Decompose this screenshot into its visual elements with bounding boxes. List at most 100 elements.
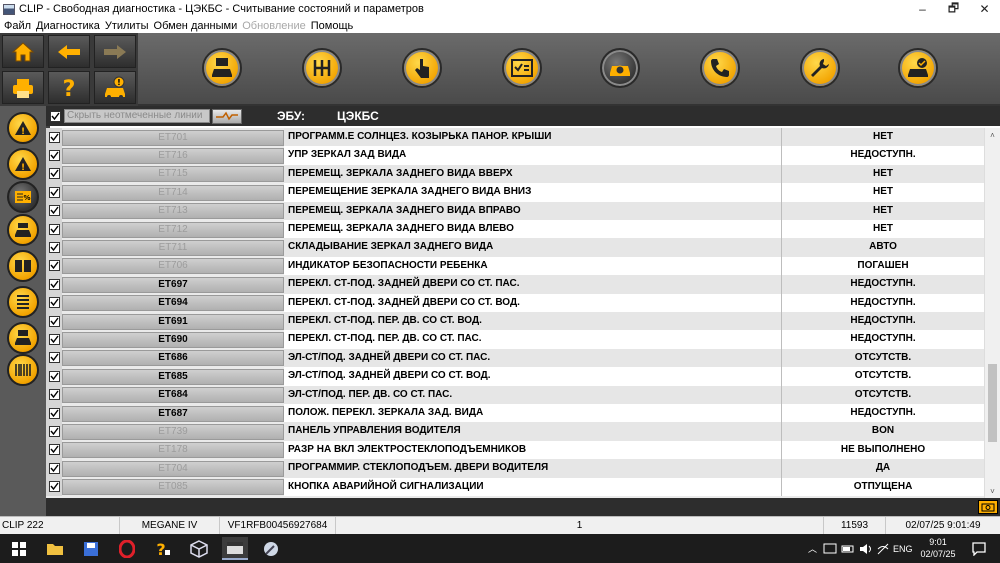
- row-checkbox[interactable]: [48, 260, 60, 272]
- vertical-scrollbar[interactable]: ˄ ˅: [984, 128, 1000, 498]
- row-checkbox[interactable]: [48, 334, 60, 346]
- forward-button[interactable]: [94, 35, 136, 68]
- table-row[interactable]: ET706 ИНДИКАТОР БЕЗОПАСНОСТИ РЕБЕНКА ПОГАШ…: [46, 256, 984, 276]
- tray-device-icon[interactable]: [823, 543, 837, 555]
- taskbar-package[interactable]: [186, 537, 212, 560]
- battery-icon[interactable]: [841, 544, 855, 554]
- print-button[interactable]: [2, 71, 44, 104]
- taskbar-opera[interactable]: [114, 537, 140, 560]
- parameter-code[interactable]: ET706: [62, 258, 284, 275]
- table-row[interactable]: ET691 ПЕРЕКЛ. СТ-ПОД. ПЕР. ДВ. СО СТ. ВОД…: [46, 312, 984, 331]
- parameter-code[interactable]: ET701: [62, 129, 284, 146]
- table-row[interactable]: ET178 РАЗР НА ВКЛ ЭЛЕКТРОСТЕКЛОПОДЪЕМНИКО…: [46, 440, 984, 460]
- warning-button-2[interactable]: !: [7, 148, 39, 180]
- parameter-code[interactable]: ET085: [62, 479, 284, 496]
- help-button[interactable]: ?: [48, 71, 90, 104]
- row-checkbox[interactable]: [48, 186, 60, 198]
- row-checkbox[interactable]: [48, 315, 60, 327]
- parameter-code[interactable]: ET739: [62, 424, 284, 441]
- hide-unchecked-label[interactable]: Скрыть неотмеченные линии: [64, 109, 210, 123]
- checklist-button[interactable]: [502, 48, 542, 88]
- row-checkbox[interactable]: [48, 462, 60, 474]
- row-checkbox[interactable]: [48, 223, 60, 235]
- row-checkbox[interactable]: [48, 278, 60, 290]
- row-checkbox[interactable]: [48, 242, 60, 254]
- parameter-code[interactable]: ET713: [62, 203, 284, 220]
- parameter-code[interactable]: ET704: [62, 460, 284, 477]
- row-checkbox[interactable]: [48, 205, 60, 217]
- menu-diagnostics[interactable]: Диагностика: [36, 20, 100, 32]
- vehicle-diagnostic-button[interactable]: [600, 48, 640, 88]
- table-row[interactable]: ET690 ПЕРЕКЛ. СТ-ПОД. ПЕР. ДВ. СО СТ. ПАС…: [46, 330, 984, 349]
- row-checkbox[interactable]: [48, 370, 60, 382]
- start-button[interactable]: [6, 537, 32, 560]
- gearbox-button[interactable]: [302, 48, 342, 88]
- book-button[interactable]: [7, 250, 39, 282]
- menu-help[interactable]: Помощь: [311, 20, 354, 32]
- parameter-code[interactable]: ET691: [62, 313, 284, 330]
- vehicle-alert-button[interactable]: !: [94, 71, 136, 104]
- table-row[interactable]: ET085 КНОПКА АВАРИЙНОЙ СИГНАЛИЗАЦИИ ОТПУЩЕ…: [46, 477, 984, 496]
- menu-data-exchange[interactable]: Обмен данными: [154, 20, 238, 32]
- vehicle-print-button[interactable]: [7, 322, 39, 354]
- vehicle-info-button[interactable]: [202, 48, 242, 88]
- parameter-code[interactable]: ET686: [62, 350, 284, 367]
- row-checkbox[interactable]: [48, 407, 60, 419]
- scroll-up-button[interactable]: ˄: [985, 128, 1000, 142]
- filter-toggle-button[interactable]: [212, 108, 242, 124]
- vehicle-check-button[interactable]: [898, 48, 938, 88]
- taskbar-clip-app[interactable]: [222, 537, 248, 560]
- maximize-button[interactable]: 🗗: [938, 0, 969, 18]
- menu-list-button[interactable]: [7, 286, 39, 318]
- language-indicator[interactable]: ENG: [893, 544, 913, 554]
- back-button[interactable]: [48, 35, 90, 68]
- table-row[interactable]: ET711 СКЛАДЫВАНИЕ ЗЕРКАЛ ЗАДНЕГО ВИДА АВТО: [46, 238, 984, 257]
- warning-button[interactable]: !: [7, 112, 39, 144]
- hide-unchecked-checkbox[interactable]: [50, 110, 61, 122]
- menu-utilities[interactable]: Утилиты: [105, 20, 149, 32]
- table-row[interactable]: ET715 ПЕРЕМЕЩ. ЗЕРКАЛА ЗАДНЕГО ВИДА ВВЕРХ…: [46, 164, 984, 184]
- parameter-code[interactable]: ET711: [62, 240, 284, 257]
- parameter-code[interactable]: ET694: [62, 295, 284, 312]
- parameter-code[interactable]: ET684: [62, 387, 284, 404]
- row-checkbox[interactable]: [48, 150, 60, 162]
- taskbar-clip-help[interactable]: ?: [150, 537, 176, 560]
- table-row[interactable]: ET685 ЭЛ-СТ/ПОД. ЗАДНЕЙ ДВЕРИ СО СТ. ВОД.…: [46, 367, 984, 386]
- parameter-code[interactable]: ET687: [62, 405, 284, 422]
- parameter-code[interactable]: ET716: [62, 148, 284, 165]
- row-checkbox[interactable]: [48, 131, 60, 143]
- taskbar-clock[interactable]: 9:01 02/07/25: [920, 536, 956, 560]
- screenshot-button[interactable]: [978, 500, 998, 514]
- volume-icon[interactable]: [859, 543, 873, 555]
- barcode-button[interactable]: [7, 354, 39, 386]
- table-row[interactable]: ET686 ЭЛ-СТ/ПОД. ЗАДНЕЙ ДВЕРИ СО СТ. ПАС.…: [46, 348, 984, 368]
- parameter-code[interactable]: ET697: [62, 276, 284, 293]
- taskbar-tool-app[interactable]: [258, 537, 284, 560]
- wrench-button[interactable]: [800, 48, 840, 88]
- table-row[interactable]: ET697 ПЕРЕКЛ. СТ-ПОД. ЗАДНЕЙ ДВЕРИ СО СТ.…: [46, 275, 984, 294]
- parameter-code[interactable]: ET685: [62, 368, 284, 385]
- row-checkbox[interactable]: [48, 297, 60, 309]
- parameter-code[interactable]: ET178: [62, 442, 284, 459]
- menu-file[interactable]: Файл: [4, 20, 31, 32]
- row-checkbox[interactable]: [48, 168, 60, 180]
- row-checkbox[interactable]: [48, 352, 60, 364]
- taskbar-save-app[interactable]: [78, 537, 104, 560]
- scroll-thumb[interactable]: [988, 364, 997, 442]
- table-row[interactable]: ET687 ПОЛОЖ. ПЕРЕКЛ. ЗЕРКАЛА ЗАД. ВИДА НЕД…: [46, 404, 984, 423]
- table-row[interactable]: ET694 ПЕРЕКЛ. СТ-ПОД. ЗАДНЕЙ ДВЕРИ СО СТ.…: [46, 293, 984, 312]
- parameter-code[interactable]: ET715: [62, 166, 284, 183]
- home-button[interactable]: [2, 35, 44, 68]
- table-row[interactable]: ET739 ПАНЕЛЬ УПРАВЛЕНИЯ ВОДИТЕЛЯ BON: [46, 422, 984, 441]
- taskbar-file-explorer[interactable]: [42, 537, 68, 560]
- parameter-code[interactable]: ET690: [62, 332, 284, 349]
- table-row[interactable]: ET716 УПР ЗЕРКАЛ ЗАД ВИДА НЕДОСТУПН.: [46, 146, 984, 165]
- parameter-code[interactable]: ET714: [62, 184, 284, 201]
- minimize-button[interactable]: –: [907, 0, 938, 18]
- scroll-down-button[interactable]: ˅: [985, 484, 1000, 498]
- table-row[interactable]: ET714 ПЕРЕМЕЩЕНИЕ ЗЕРКАЛА ЗАДНЕГО ВИДА ВН…: [46, 183, 984, 202]
- table-row[interactable]: ET712 ПЕРЕМЕЩ. ЗЕРКАЛА ЗАДНЕГО ВИДА ВЛЕВО…: [46, 220, 984, 239]
- table-row[interactable]: ET684 ЭЛ-СТ/ПОД. ПЕР. ДВ. СО СТ. ПАС. ОТСУ…: [46, 385, 984, 404]
- close-button[interactable]: ✕: [969, 0, 1000, 18]
- network-icon[interactable]: [877, 543, 889, 555]
